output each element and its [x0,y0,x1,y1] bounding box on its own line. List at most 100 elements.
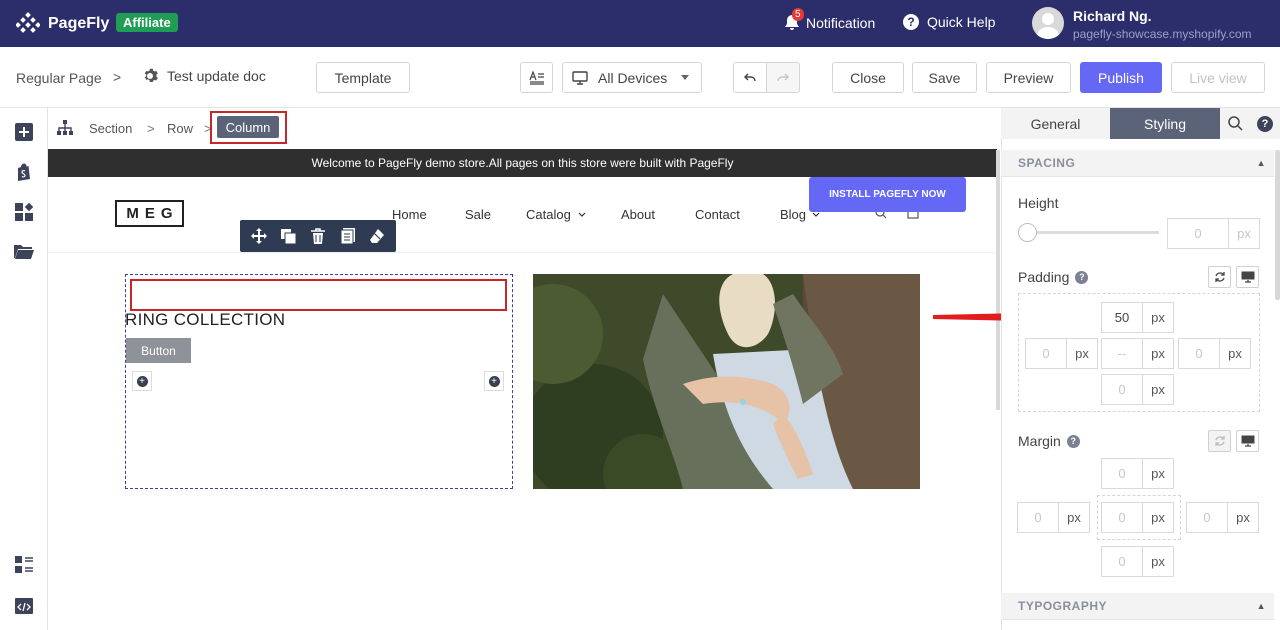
pagefly-logo-icon [16,12,40,33]
eraser-icon[interactable] [368,227,386,245]
margin-left-input[interactable]: 0 px [1017,502,1090,533]
widgets-icon[interactable] [14,202,34,222]
text-format-button[interactable] [520,62,553,93]
template-button[interactable]: Template [316,62,410,93]
margin-center-value[interactable]: 0 [1102,503,1142,532]
padding-left-value[interactable]: 0 [1026,339,1066,368]
ring-collection-heading[interactable]: RING COLLECTION [125,310,285,330]
padding-right-input[interactable]: 0 px [1178,338,1251,369]
spacing-section-header[interactable]: SPACING ▲ [1001,150,1274,177]
shopify-icon[interactable] [14,162,34,182]
add-right-button[interactable]: + [484,371,504,391]
folder-icon[interactable] [14,241,34,261]
height-slider-track[interactable] [1027,231,1159,234]
padding-bottom-input[interactable]: 0 px [1101,374,1174,405]
nav-contact[interactable]: Contact [695,207,740,222]
model-photo[interactable] [533,274,920,489]
margin-left-unit[interactable]: px [1058,503,1089,532]
store-logo[interactable]: MEG [115,200,184,227]
add-left-button[interactable]: + [132,371,152,391]
quick-help-button[interactable]: ? Quick Help [903,14,995,30]
padding-bottom-unit[interactable]: px [1142,375,1173,404]
height-input[interactable]: 0 px [1167,218,1260,249]
nav-about[interactable]: About [621,207,655,222]
save-section-icon[interactable] [339,227,357,245]
height-value[interactable]: 0 [1168,219,1228,248]
margin-center-unit[interactable]: px [1142,503,1173,532]
user-name[interactable]: Richard Ng. [1073,8,1152,24]
margin-bottom-value[interactable]: 0 [1102,547,1142,576]
margin-right-value[interactable]: 0 [1187,503,1227,532]
code-icon[interactable] [14,596,34,616]
margin-bottom-input[interactable]: 0 px [1101,546,1174,577]
margin-center-input[interactable]: 0 px [1101,502,1174,533]
padding-right-value[interactable]: 0 [1179,339,1219,368]
duplicate-icon[interactable] [279,227,297,245]
save-button[interactable]: Save [912,62,977,93]
close-button[interactable]: Close [832,62,904,93]
affiliate-badge[interactable]: Affiliate [116,13,178,32]
device-select[interactable]: All Devices [562,62,702,93]
padding-bottom-value[interactable]: 0 [1102,375,1142,404]
typography-section-header[interactable]: TYPOGRAPHY ▲ [1001,593,1274,620]
height-slider-knob[interactable] [1018,223,1037,242]
panel-search-button[interactable] [1220,108,1250,139]
padding-device-button[interactable] [1236,266,1259,288]
device-label: All Devices [598,69,668,86]
margin-top-unit[interactable]: px [1142,459,1173,488]
trash-icon[interactable] [309,227,327,245]
padding-center-value[interactable]: -- [1102,339,1142,368]
margin-top-value[interactable]: 0 [1102,459,1142,488]
publish-button[interactable]: Publish [1080,62,1162,93]
app-name: PageFly [48,15,110,32]
layers-list-icon[interactable] [14,555,34,575]
padding-top-input[interactable]: 50 px [1101,302,1174,333]
add-element-icon[interactable] [14,122,34,142]
margin-right-input[interactable]: 0 px [1186,502,1259,533]
height-unit[interactable]: px [1228,219,1259,248]
move-icon[interactable] [250,227,268,245]
margin-right-unit[interactable]: px [1227,503,1258,532]
padding-left-input[interactable]: 0 px [1025,338,1098,369]
nav-home[interactable]: Home [392,207,427,222]
margin-reset-button[interactable] [1208,430,1231,452]
sitemap-icon[interactable] [57,120,73,136]
canvas-scrollbar[interactable] [996,150,1000,410]
nav-catalog[interactable]: Catalog [526,207,571,222]
canvas-button-element[interactable]: Button [126,338,191,363]
avatar[interactable] [1032,7,1064,39]
element-breadcrumb: Section > Row > [48,108,1000,150]
crumb-section[interactable]: Section [89,121,132,136]
padding-top-unit[interactable]: px [1142,303,1173,332]
notification-label: Notification [806,14,876,31]
margin-bottom-unit[interactable]: px [1142,547,1173,576]
tab-styling[interactable]: Styling [1110,108,1220,139]
undo-button[interactable] [733,62,767,93]
chevron-down-icon [578,212,586,217]
notification-button[interactable]: 5 Notification [784,8,876,31]
margin-top-input[interactable]: 0 px [1101,458,1174,489]
nav-sale[interactable]: Sale [465,207,491,222]
redo-button[interactable] [766,62,800,93]
crumb-row[interactable]: Row [167,121,193,136]
padding-reset-button[interactable] [1208,266,1231,288]
padding-center-input[interactable]: -- px [1101,338,1174,369]
app-logo[interactable]: PageFly [16,12,109,36]
panel-scrollbar[interactable] [1275,150,1280,300]
margin-device-button[interactable] [1236,430,1259,452]
page-type-crumb[interactable]: Regular Page [16,70,102,86]
padding-right-unit[interactable]: px [1219,339,1250,368]
panel-help-button[interactable]: ? [1252,108,1278,139]
install-pagefly-button[interactable]: INSTALL PAGEFLY NOW [809,177,966,212]
help-icon[interactable]: ? [1066,434,1080,448]
margin-left-value[interactable]: 0 [1018,503,1058,532]
preview-button[interactable]: Preview [986,62,1071,93]
live-view-button[interactable]: Live view [1171,62,1265,93]
padding-left-unit[interactable]: px [1066,339,1097,368]
nav-blog[interactable]: Blog [780,207,806,222]
padding-top-value[interactable]: 50 [1102,303,1142,332]
help-icon[interactable]: ? [1075,270,1089,284]
page-settings-button[interactable]: Test update doc [142,68,266,84]
padding-center-unit[interactable]: px [1142,339,1173,368]
tab-general[interactable]: General [1001,108,1110,139]
